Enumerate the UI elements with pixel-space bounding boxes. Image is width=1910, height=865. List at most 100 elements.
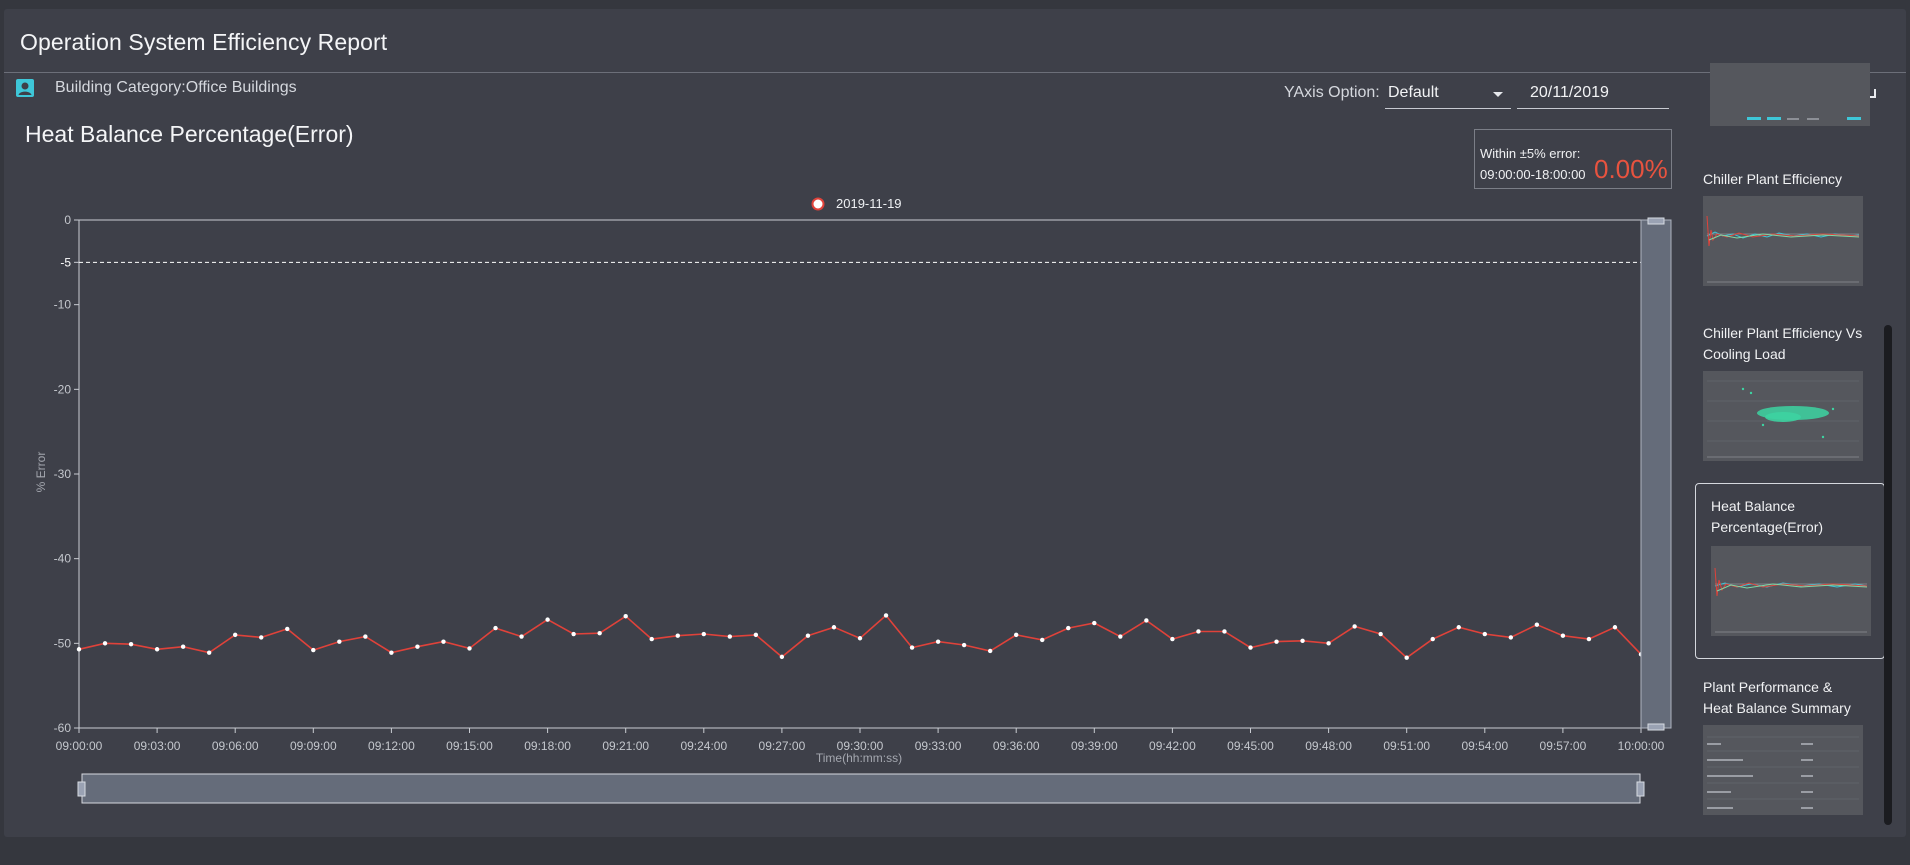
y-tick-label: -5 — [60, 255, 71, 269]
vertical-zoom-slider[interactable] — [1640, 217, 1672, 731]
data-point[interactable] — [987, 648, 993, 654]
x-tick-label: 09:48:00 — [1305, 739, 1352, 753]
data-point[interactable] — [1404, 655, 1409, 660]
data-point[interactable] — [1352, 624, 1357, 629]
data-point[interactable] — [102, 641, 108, 646]
data-point[interactable] — [701, 631, 706, 637]
data-point[interactable] — [1274, 639, 1279, 644]
data-point[interactable] — [259, 635, 264, 640]
data-point[interactable] — [649, 636, 654, 642]
data-point[interactable] — [597, 630, 602, 636]
data-point[interactable] — [623, 614, 628, 619]
data-point[interactable] — [1118, 634, 1123, 639]
y-tick-label: -60 — [54, 721, 72, 735]
thumbnail-title-line2: Heat Balance Summary — [1703, 700, 1851, 716]
data-point[interactable] — [727, 634, 733, 639]
data-point[interactable] — [1248, 645, 1253, 650]
data-point[interactable] — [1170, 636, 1175, 642]
thumbnail-chiller-vs-cooling-load[interactable]: Chiller Plant Efficiency Vs Cooling Load — [1690, 321, 1880, 481]
x-tick-label: 09:36:00 — [993, 739, 1040, 753]
data-point[interactable] — [1222, 629, 1227, 634]
data-point[interactable] — [1144, 618, 1149, 623]
horizontal-zoom-handle-right[interactable] — [1636, 781, 1645, 797]
vertical-zoom-handle-bottom[interactable] — [1647, 723, 1665, 731]
data-point[interactable] — [883, 613, 889, 618]
data-point[interactable] — [857, 636, 863, 641]
data-point[interactable] — [961, 642, 967, 648]
chart-svg: 2019-11-19 0 -5 -10 -20 -30 -40 -50 -60 09:00:0… — [34, 196, 1672, 804]
horizontal-zoom-handle-left[interactable] — [77, 781, 86, 797]
data-point[interactable] — [441, 639, 446, 644]
data-point[interactable] — [753, 632, 759, 638]
thumbnail-heat-balance-selected[interactable]: Heat Balance Percentage(Error) — [1695, 483, 1885, 659]
data-point[interactable] — [180, 644, 186, 649]
data-point[interactable] — [1378, 631, 1383, 637]
data-point[interactable] — [1300, 638, 1305, 643]
thumbnail-title-line2: Cooling Load — [1703, 346, 1786, 362]
x-tick-label: 09:39:00 — [1071, 739, 1118, 753]
data-point[interactable] — [805, 633, 811, 638]
data-point[interactable] — [1612, 625, 1618, 630]
data-point[interactable] — [779, 654, 785, 660]
data-point[interactable] — [1456, 625, 1461, 630]
data-point[interactable] — [76, 647, 82, 652]
data-point[interactable] — [1560, 633, 1566, 638]
data-point[interactable] — [1066, 625, 1071, 631]
data-point[interactable] — [1092, 620, 1097, 626]
y-axis-label: % Error — [34, 452, 48, 493]
x-tick-label: 09:51:00 — [1383, 739, 1430, 753]
data-point[interactable] — [128, 641, 134, 647]
y-tick-label: 0 — [64, 213, 71, 227]
data-point[interactable] — [415, 644, 420, 649]
data-point[interactable] — [285, 626, 290, 632]
x-tick-label: 09:33:00 — [915, 739, 962, 753]
thumbnail-image — [1711, 546, 1871, 636]
data-point[interactable] — [1014, 632, 1019, 638]
thumbnail-partial[interactable] — [1710, 63, 1870, 126]
y-axis: 0 -5 -10 -20 -30 -40 -50 -60 — [54, 213, 1641, 735]
data-point[interactable] — [519, 634, 524, 639]
thumbnail-panel: Chiller Plant Efficiency Chiller Plant E… — [1685, 63, 1902, 828]
x-tick-label: 10:00:00 — [1618, 739, 1665, 753]
data-point[interactable] — [206, 650, 212, 655]
data-point[interactable] — [675, 633, 680, 638]
data-point[interactable] — [1040, 637, 1045, 643]
x-tick-label: 09:24:00 — [680, 739, 727, 753]
data-point[interactable] — [935, 639, 941, 644]
legend-marker — [811, 197, 825, 211]
x-tick-label: 09:03:00 — [134, 739, 181, 753]
data-point[interactable] — [467, 646, 472, 651]
data-point[interactable] — [1430, 636, 1435, 642]
data-point[interactable] — [1196, 629, 1201, 634]
x-tick-label: 09:54:00 — [1461, 739, 1508, 753]
data-point[interactable] — [233, 632, 238, 638]
data-point[interactable] — [831, 625, 837, 630]
side-panel-scrollbar[interactable] — [1884, 325, 1892, 825]
data-point[interactable] — [154, 647, 160, 652]
horizontal-zoom-slider[interactable] — [77, 773, 1645, 804]
y-tick-label: -10 — [54, 298, 72, 312]
data-point[interactable] — [493, 625, 498, 631]
data-point[interactable] — [1534, 622, 1540, 627]
data-point[interactable] — [389, 650, 394, 655]
data-point[interactable] — [1326, 641, 1331, 646]
x-axis: 09:00:00 09:03:00 09:06:00 09:09:00 09:12:00… — [56, 727, 1665, 753]
vertical-zoom-handle-top[interactable] — [1647, 217, 1665, 225]
legend-label: 2019-11-19 — [836, 196, 902, 211]
thumbnail-title-line2: Percentage(Error) — [1711, 519, 1824, 535]
data-point[interactable] — [1508, 635, 1514, 640]
chart-legend[interactable]: 2019-11-19 — [811, 196, 902, 211]
x-tick-label: 09:57:00 — [1540, 739, 1587, 753]
data-point[interactable] — [311, 647, 316, 653]
data-point[interactable] — [1586, 636, 1592, 642]
thumbnail-plant-performance-summary[interactable]: Plant Performance & Heat Balance Summary — [1690, 675, 1880, 828]
data-point[interactable] — [909, 645, 915, 650]
data-point[interactable] — [545, 617, 550, 622]
data-point[interactable] — [363, 634, 368, 639]
x-axis-label: Time(hh:mm:ss) — [816, 751, 902, 765]
y-tick-label: -50 — [54, 636, 72, 650]
data-point[interactable] — [337, 639, 342, 644]
data-point[interactable] — [1482, 631, 1488, 637]
data-point[interactable] — [571, 631, 576, 637]
thumbnail-chiller-plant-efficiency[interactable]: Chiller Plant Efficiency — [1690, 163, 1880, 303]
